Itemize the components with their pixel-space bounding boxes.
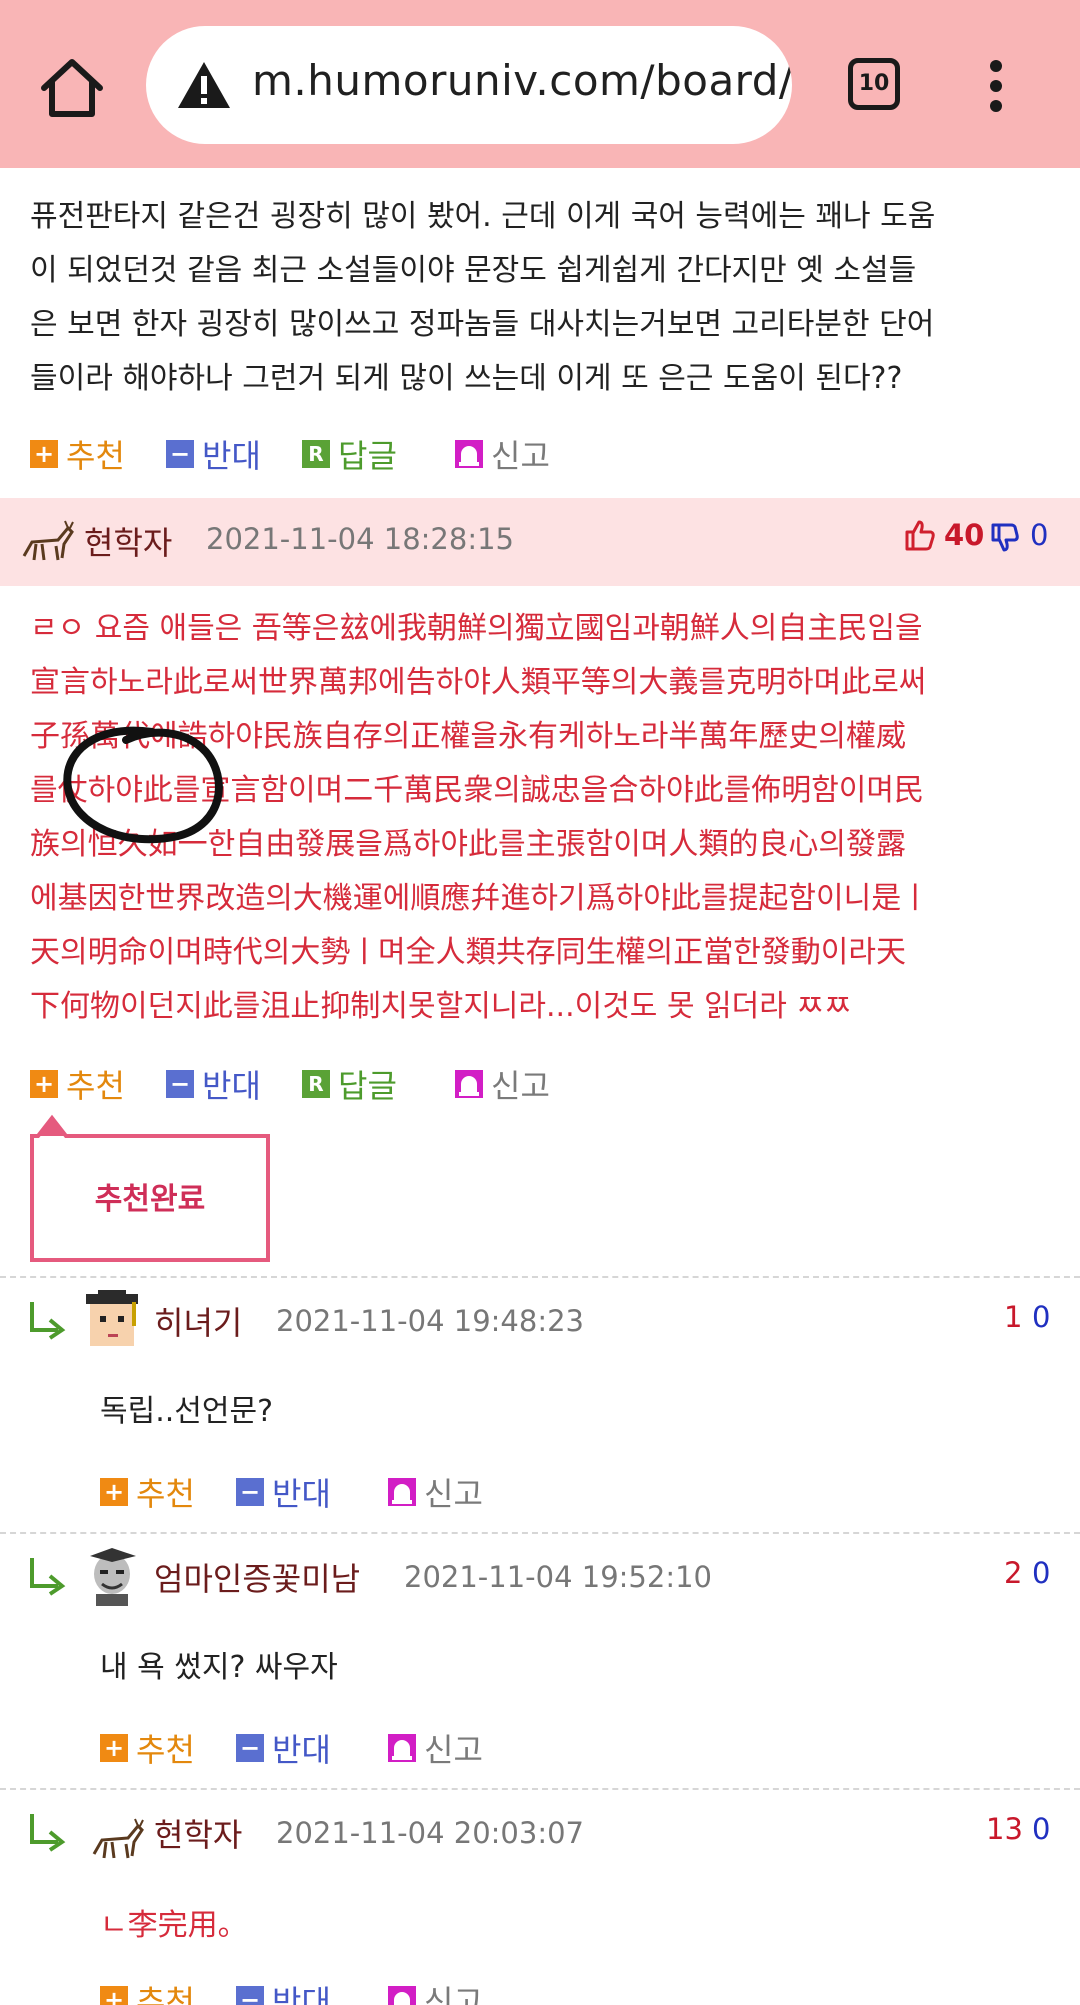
tooltip-text: 추천완료 bbox=[94, 1182, 206, 1217]
url-text[interactable]: m.humoruniv.com/board/ bbox=[252, 56, 792, 105]
dislike-count: 0 bbox=[1032, 1812, 1051, 1846]
avatar bbox=[84, 1546, 142, 1608]
reply-item: 엄마인증꽃미남 2021-11-04 19:52:10 2 0 내 욕 썼지? … bbox=[0, 1532, 1080, 1788]
recommend-button[interactable]: + 추천 bbox=[100, 1978, 195, 2005]
like-count: 13 bbox=[986, 1812, 1023, 1846]
like-count: 2 bbox=[1004, 1556, 1023, 1590]
recommend-button[interactable]: + 추천 bbox=[30, 432, 125, 476]
post-line: 은 보면 한자 굉장히 많이쓰고 정파놈들 대사치는거보면 고리타분한 단어 bbox=[30, 307, 935, 342]
dislike-count: 0 bbox=[1032, 1556, 1051, 1590]
report-button[interactable]: 신고 bbox=[455, 1062, 550, 1106]
reply-text: 독립..선언문? bbox=[100, 1394, 273, 1429]
report-button[interactable]: 신고 bbox=[388, 1978, 483, 2005]
recommend-button[interactable]: + 추천 bbox=[100, 1470, 195, 1514]
minus-icon: − bbox=[166, 440, 194, 468]
comment-line: 天의明命이며時代의大勢ㅣ며全人類共存同生權의正當한發動이라天 bbox=[30, 935, 906, 970]
comment-line: 에基因한世界改造의大機運에順應幷進하기爲하야此를提起함이니是ㅣ bbox=[30, 881, 929, 916]
siren-icon bbox=[388, 1478, 416, 1506]
reply-item: 현학자 2021-11-04 20:03:07 13 0 ㄴ李完用。 + 추천 −… bbox=[0, 1788, 1080, 2005]
minus-icon: − bbox=[166, 1070, 194, 1098]
deer-avatar-icon bbox=[88, 1816, 144, 1866]
siren-icon bbox=[388, 1734, 416, 1762]
plus-icon: + bbox=[100, 1478, 128, 1506]
reply-icon: R bbox=[302, 440, 330, 468]
reply-button[interactable]: R 답글 bbox=[302, 432, 397, 476]
home-icon[interactable] bbox=[36, 52, 108, 124]
like-count: 1 bbox=[1004, 1300, 1023, 1334]
post-line: 이 되었던것 같음 최근 소설들이야 문장도 쉽게쉽게 간다지만 옛 소설들 bbox=[30, 253, 917, 288]
siren-icon bbox=[455, 1070, 483, 1098]
reply-nickname[interactable]: 현학자 bbox=[154, 1810, 242, 1856]
reply-arrow-icon bbox=[28, 1300, 68, 1340]
reply-action-row: + 추천 − 반대 신고 bbox=[100, 1978, 600, 2005]
post-line: 들이라 해야하나 그런거 되게 많이 쓰는데 이게 또 은근 도움이 된다?? bbox=[30, 361, 903, 396]
plus-icon: + bbox=[100, 1986, 128, 2005]
siren-icon bbox=[388, 1986, 416, 2005]
minus-icon: − bbox=[236, 1986, 264, 2005]
reply-icon: R bbox=[302, 1070, 330, 1098]
oppose-button[interactable]: − 반대 bbox=[236, 1978, 331, 2005]
report-button[interactable]: 신고 bbox=[455, 432, 550, 476]
reply-arrow-icon bbox=[28, 1556, 68, 1596]
reply-nickname[interactable]: 엄마인증꽃미남 bbox=[154, 1554, 360, 1600]
warning-icon[interactable] bbox=[176, 59, 232, 111]
plus-icon: + bbox=[30, 440, 58, 468]
reply-date: 2021-11-04 20:03:07 bbox=[276, 1816, 584, 1850]
report-button[interactable]: 신고 bbox=[388, 1470, 483, 1514]
comment-nickname[interactable]: 현학자 bbox=[84, 518, 172, 564]
reply-date: 2021-11-04 19:52:10 bbox=[404, 1560, 712, 1594]
circle-annotation bbox=[56, 722, 232, 852]
reply-item: 히녀기 2021-11-04 19:48:23 1 0 독립..선언문? + 추천… bbox=[0, 1276, 1080, 1532]
address-bar[interactable]: m.humoruniv.com/board/ bbox=[146, 26, 792, 144]
recommend-button[interactable]: + 추천 bbox=[30, 1062, 125, 1106]
reply-nickname[interactable]: 히녀기 bbox=[154, 1298, 242, 1344]
reply-button[interactable]: R 답글 bbox=[302, 1062, 397, 1106]
thumbs-up-icon[interactable] bbox=[904, 518, 936, 552]
comment-line: 下何物이던지此를沮止抑制치못할지니라...이것도 못 읽더라 ㅉㅉ bbox=[30, 989, 852, 1024]
comment-line: 宣言하노라此로써世界萬邦에告하야人類平等의大義를克明하며此로써 bbox=[30, 665, 927, 700]
like-count: 40 bbox=[944, 518, 985, 552]
comment-action-row: + 추천 − 반대 R 답글 신고 bbox=[30, 1062, 730, 1106]
recommend-done-tooltip: 추천완료 bbox=[30, 1114, 270, 1262]
plus-icon: + bbox=[30, 1070, 58, 1098]
plus-icon: + bbox=[100, 1734, 128, 1762]
oppose-button[interactable]: − 반대 bbox=[236, 1470, 331, 1514]
avatar bbox=[82, 1290, 142, 1350]
comment-date: 2021-11-04 18:28:15 bbox=[206, 522, 514, 556]
oppose-button[interactable]: − 반대 bbox=[236, 1726, 331, 1770]
reply-action-row: + 추천 − 반대 신고 bbox=[100, 1726, 600, 1770]
comment-line: ㄹㅇ 요즘 애들은 吾等은玆에我朝鮮의獨立國임과朝鮮人의自主民임을 bbox=[30, 611, 923, 646]
deer-avatar-icon bbox=[18, 518, 74, 568]
reply-text: ㄴ李完用。 bbox=[100, 1908, 248, 1943]
tabs-icon[interactable]: 10 bbox=[848, 58, 900, 110]
browser-toolbar: m.humoruniv.com/board/ 10 bbox=[0, 0, 1080, 168]
reply-arrow-icon bbox=[28, 1812, 68, 1852]
report-button[interactable]: 신고 bbox=[388, 1726, 483, 1770]
dislike-count: 0 bbox=[1030, 518, 1049, 552]
comment-header: 현학자 2021-11-04 18:28:15 40 0 bbox=[0, 498, 1080, 586]
reply-text: 내 욕 썼지? 싸우자 bbox=[100, 1650, 338, 1685]
post-line: 퓨전판타지 같은건 굉장히 많이 봤어. 근데 이게 국어 능력에는 꽤나 도움 bbox=[30, 199, 936, 234]
post-action-row: + 추천 − 반대 R 답글 신고 bbox=[30, 432, 730, 476]
dislike-count: 0 bbox=[1032, 1300, 1051, 1334]
siren-icon bbox=[455, 440, 483, 468]
minus-icon: − bbox=[236, 1734, 264, 1762]
oppose-button[interactable]: − 반대 bbox=[166, 1062, 261, 1106]
recommend-button[interactable]: + 추천 bbox=[100, 1726, 195, 1770]
reply-action-row: + 추천 − 반대 신고 bbox=[100, 1470, 600, 1514]
minus-icon: − bbox=[236, 1478, 264, 1506]
more-vert-icon[interactable] bbox=[976, 56, 1016, 116]
reply-date: 2021-11-04 19:48:23 bbox=[276, 1304, 584, 1338]
oppose-button[interactable]: − 반대 bbox=[166, 432, 261, 476]
thumbs-down-icon[interactable] bbox=[990, 522, 1020, 554]
